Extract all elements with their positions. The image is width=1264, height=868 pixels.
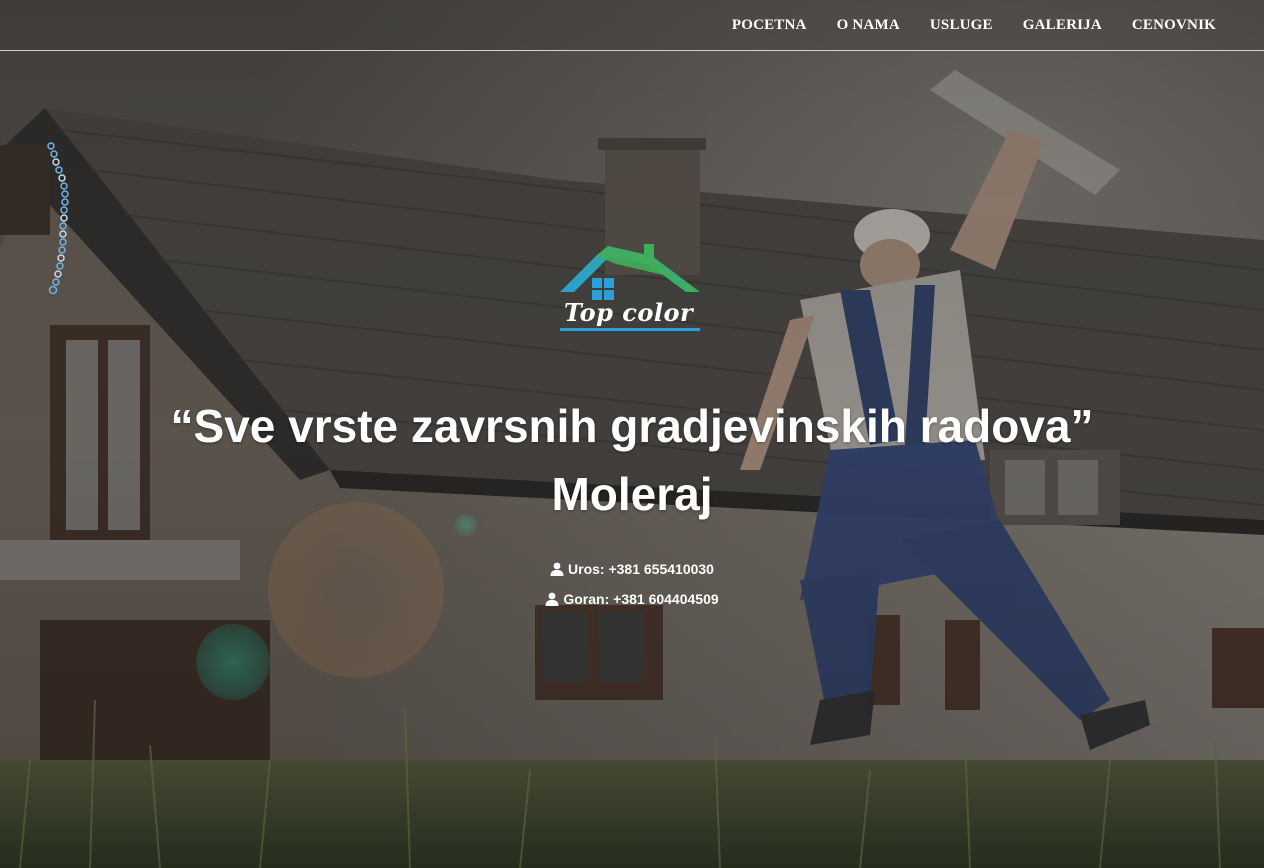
- user-icon: [550, 562, 564, 576]
- contact-list: Uros: +381 655410030 Goran: +381 6044045…: [0, 554, 1264, 614]
- nav-item-galerija[interactable]: GALERIJA: [1023, 17, 1102, 33]
- contact-text-goran[interactable]: Goran: +381 604404509: [563, 586, 718, 612]
- contact-text-uros[interactable]: Uros: +381 655410030: [568, 556, 714, 582]
- logo-text: Top color: [564, 298, 694, 327]
- nav-item-pocetna[interactable]: POCETNA: [732, 17, 807, 33]
- top-navbar: POCETNA O NAMA USLUGE GALERIJA CENOVNIK: [0, 0, 1264, 51]
- lens-flare-green: [196, 624, 270, 700]
- brand-logo[interactable]: Top color: [556, 240, 706, 336]
- nav-item-o-nama[interactable]: O NAMA: [837, 17, 900, 33]
- house-roof-icon: [560, 244, 700, 300]
- headline-service: Moleraj: [551, 468, 713, 520]
- contact-item-goran: Goran: +381 604404509: [0, 584, 1264, 614]
- nav-menu: POCETNA O NAMA USLUGE GALERIJA CENOVNIK: [702, 0, 1216, 50]
- user-icon: [545, 592, 559, 606]
- decorative-dots: [47, 142, 69, 295]
- nav-item-cenovnik[interactable]: CENOVNIK: [1132, 17, 1216, 33]
- nav-item-usluge[interactable]: USLUGE: [930, 17, 993, 33]
- logo-underline: [560, 328, 700, 331]
- hero-section: POCETNA O NAMA USLUGE GALERIJA CENOVNIK: [0, 0, 1264, 868]
- contact-item-uros: Uros: +381 655410030: [0, 554, 1264, 584]
- hero-headline: “Sve vrste zavrsnih gradjevinskih radova…: [0, 392, 1264, 528]
- headline-tagline: “Sve vrste zavrsnih gradjevinskih radova…: [170, 400, 1094, 452]
